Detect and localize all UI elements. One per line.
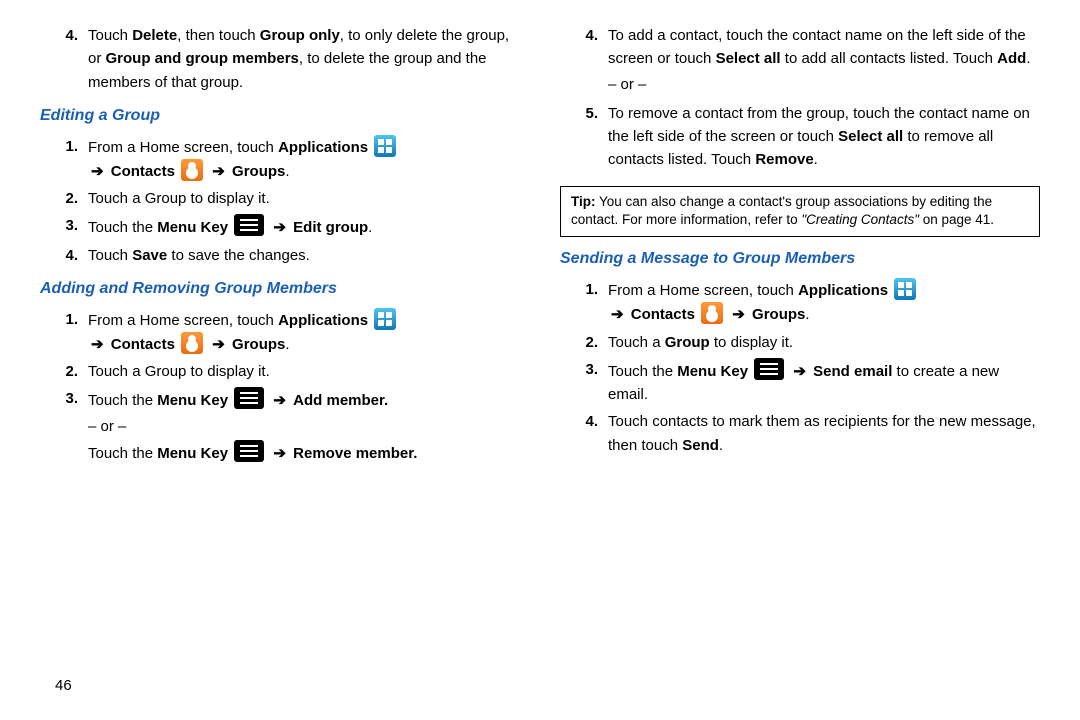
- send-steps: 1. From a Home screen, touch Application…: [560, 278, 1040, 457]
- applications-icon: [374, 135, 396, 157]
- arrow-icon: [88, 336, 107, 353]
- arrow-icon: [790, 363, 809, 380]
- step-number: 3.: [560, 358, 608, 407]
- step-number: 4.: [560, 24, 608, 98]
- list-item: 2. Touch a Group to display it.: [560, 331, 1040, 354]
- step-body: Touch contacts to mark them as recipient…: [608, 410, 1040, 457]
- step-number: 5.: [560, 102, 608, 172]
- list-item: 1. From a Home screen, touch Application…: [560, 278, 1040, 327]
- list-item: 2. Touch a Group to display it.: [40, 360, 520, 383]
- step-body: Touch the Menu Key Add member. – or – To…: [88, 387, 520, 465]
- step-body: From a Home screen, touch Applications C…: [88, 308, 520, 357]
- list-item: 3. Touch the Menu Key Send email to crea…: [560, 358, 1040, 407]
- menu-key-icon: [234, 214, 264, 236]
- intro-list: 4. Touch Delete, then touch Group only, …: [40, 24, 520, 94]
- step-body: To remove a contact from the group, touc…: [608, 102, 1040, 172]
- right-top-list: 4. To add a contact, touch the contact n…: [560, 24, 1040, 172]
- menu-key-icon: [234, 440, 264, 462]
- step-number: 1.: [40, 308, 88, 357]
- step-body: Touch Save to save the changes.: [88, 244, 520, 267]
- step-number: 2.: [40, 187, 88, 210]
- step-number: 3.: [40, 387, 88, 465]
- arrow-icon: [729, 306, 748, 323]
- page-content: 4. Touch Delete, then touch Group only, …: [0, 0, 1080, 660]
- step-body: Touch a Group to display it.: [608, 331, 1040, 354]
- step-body: From a Home screen, touch Applications C…: [608, 278, 1040, 327]
- applications-icon: [374, 308, 396, 330]
- page-number: 46: [55, 677, 72, 694]
- left-column: 4. Touch Delete, then touch Group only, …: [40, 20, 520, 640]
- list-item: 1. From a Home screen, touch Application…: [40, 308, 520, 357]
- or-divider: – or –: [608, 71, 1040, 98]
- list-item: 2. Touch a Group to display it.: [40, 187, 520, 210]
- add-remove-steps: 1. From a Home screen, touch Application…: [40, 308, 520, 466]
- step-body: Touch a Group to display it.: [88, 187, 520, 210]
- arrow-icon: [270, 219, 289, 236]
- step-number: 4.: [40, 244, 88, 267]
- edit-steps: 1. From a Home screen, touch Application…: [40, 135, 520, 267]
- applications-icon: [894, 278, 916, 300]
- arrow-icon: [608, 306, 627, 323]
- step-body: To add a contact, touch the contact name…: [608, 24, 1040, 98]
- tip-label: Tip:: [571, 194, 596, 209]
- contacts-icon: [181, 332, 203, 354]
- arrow-icon: [88, 163, 107, 180]
- arrow-icon: [270, 445, 289, 462]
- step-body: From a Home screen, touch Applications C…: [88, 135, 520, 184]
- list-item: 3. Touch the Menu Key Add member. – or –…: [40, 387, 520, 465]
- arrow-icon: [209, 336, 228, 353]
- step-number: 2.: [40, 360, 88, 383]
- list-item: 4. To add a contact, touch the contact n…: [560, 24, 1040, 98]
- step-number: 2.: [560, 331, 608, 354]
- step-number: 1.: [560, 278, 608, 327]
- list-item: 1. From a Home screen, touch Application…: [40, 135, 520, 184]
- menu-key-icon: [754, 358, 784, 380]
- step-body: Touch the Menu Key Send email to create …: [608, 358, 1040, 407]
- contacts-icon: [701, 302, 723, 324]
- heading-send-message: Sending a Message to Group Members: [560, 247, 1040, 272]
- right-column: 4. To add a contact, touch the contact n…: [560, 20, 1040, 640]
- list-item: 4. Touch contacts to mark them as recipi…: [560, 410, 1040, 457]
- step-number: 1.: [40, 135, 88, 184]
- list-item: 3. Touch the Menu Key Edit group.: [40, 214, 520, 239]
- step-body: Touch a Group to display it.: [88, 360, 520, 383]
- menu-key-icon: [234, 387, 264, 409]
- list-item: 4. Touch Delete, then touch Group only, …: [40, 24, 520, 94]
- heading-editing-group: Editing a Group: [40, 104, 520, 129]
- contacts-icon: [181, 159, 203, 181]
- step-body: Touch Delete, then touch Group only, to …: [88, 24, 520, 94]
- tip-box: Tip: You can also change a contact's gro…: [560, 186, 1040, 238]
- list-item: 5. To remove a contact from the group, t…: [560, 102, 1040, 172]
- step-number: 3.: [40, 214, 88, 239]
- step-number: 4.: [560, 410, 608, 457]
- heading-add-remove: Adding and Removing Group Members: [40, 277, 520, 302]
- list-item: 4. Touch Save to save the changes.: [40, 244, 520, 267]
- step-body: Touch the Menu Key Edit group.: [88, 214, 520, 239]
- arrow-icon: [270, 392, 289, 409]
- or-divider: – or –: [88, 413, 520, 440]
- arrow-icon: [209, 163, 228, 180]
- step-number: 4.: [40, 24, 88, 94]
